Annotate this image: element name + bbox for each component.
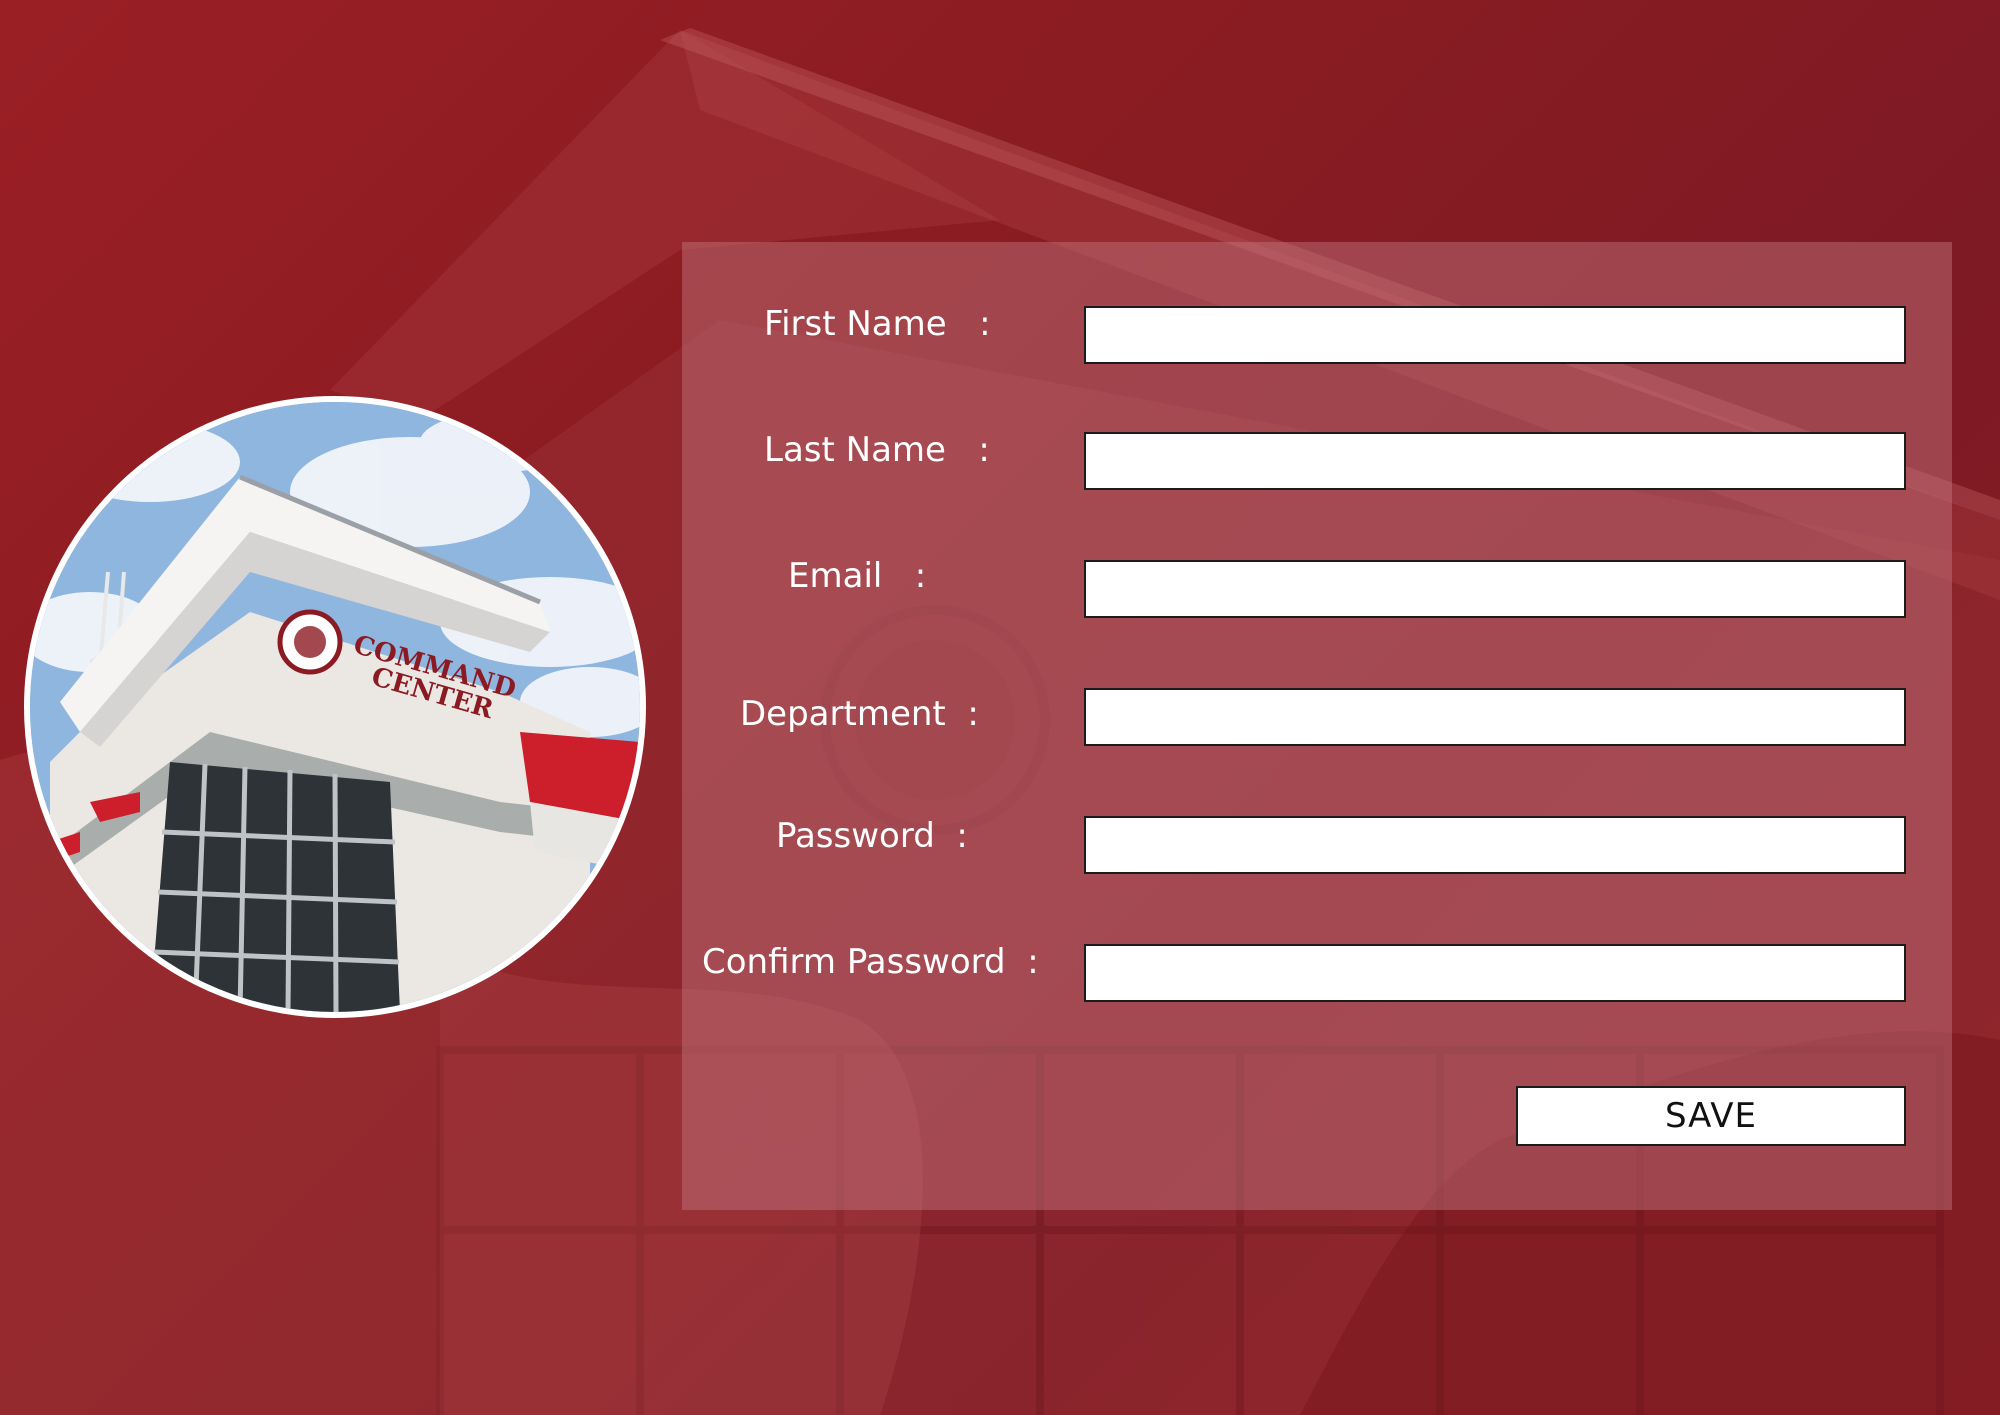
department-input[interactable] <box>1084 688 1906 746</box>
first-name-input[interactable] <box>1084 306 1906 364</box>
first-name-label: First Name : <box>764 304 991 344</box>
last-name-label: Last Name : <box>764 430 990 470</box>
confirm-password-label: Confirm Password : <box>702 942 1039 982</box>
building-photo-illustration: COMMAND CENTER <box>30 402 640 1012</box>
email-input[interactable] <box>1084 560 1906 618</box>
password-input[interactable] <box>1084 816 1906 874</box>
building-photo: COMMAND CENTER <box>24 396 646 1018</box>
confirm-password-input[interactable] <box>1084 944 1906 1002</box>
email-label: Email : <box>788 556 927 596</box>
department-label: Department : <box>740 694 979 734</box>
last-name-input[interactable] <box>1084 432 1906 490</box>
save-button[interactable]: SAVE <box>1516 1086 1906 1146</box>
registration-form-panel: First Name : Last Name : Email : Departm… <box>682 242 1952 1210</box>
password-label: Password : <box>776 816 968 856</box>
